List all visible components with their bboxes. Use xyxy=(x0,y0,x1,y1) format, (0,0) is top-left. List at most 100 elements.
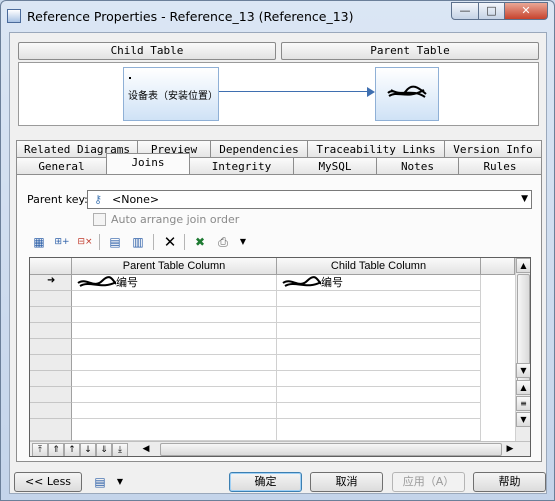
row-header[interactable] xyxy=(30,371,72,387)
title-bar[interactable]: Reference Properties - Reference_13 (Ref… xyxy=(1,1,554,31)
scroll-down-icon[interactable]: ▼ xyxy=(516,412,530,427)
excel-export-icon[interactable]: ✖ xyxy=(190,232,210,252)
empty-cell[interactable] xyxy=(72,339,277,355)
row-header[interactable] xyxy=(30,291,72,307)
less-button[interactable]: << Less xyxy=(14,472,82,492)
parent-key-select[interactable]: ⚷ <None> ▼ xyxy=(87,190,532,209)
joins-tab-panel: Parent key: ⚷ <None> ▼ Auto arrange join… xyxy=(16,174,542,462)
tab-traceability-links[interactable]: Traceability Links xyxy=(307,140,445,158)
empty-cell[interactable] xyxy=(277,355,481,371)
vertical-scrollbar[interactable]: ▲ ▼ ▲ ≡ ▼ xyxy=(515,258,530,441)
grid-corner xyxy=(30,258,72,275)
toolbar-separator xyxy=(153,234,154,250)
move-up-icon[interactable]: ↑ xyxy=(64,443,80,456)
apply-button[interactable]: 应用（A） xyxy=(392,472,465,492)
child-column-value: 编号 xyxy=(321,276,343,289)
move-bottom-icon[interactable]: ⤓ xyxy=(112,443,128,456)
empty-cell[interactable] xyxy=(72,419,277,441)
parent-table-entity[interactable] xyxy=(375,67,439,121)
scroll-down-icon[interactable]: ▼ xyxy=(516,363,530,378)
tab-joins[interactable]: Joins xyxy=(106,153,190,174)
row-header[interactable] xyxy=(30,307,72,323)
print-icon[interactable]: ⎙ xyxy=(213,232,233,252)
minimize-button[interactable]: — xyxy=(451,2,479,20)
empty-cell[interactable] xyxy=(277,371,481,387)
add-row-icon[interactable]: ⊞+ xyxy=(52,232,72,252)
empty-cell[interactable] xyxy=(277,291,481,307)
row-header[interactable]: ➜ xyxy=(30,275,72,291)
parent-column-cell[interactable]: 编号 xyxy=(72,275,277,291)
scroll-up-icon[interactable]: ▲ xyxy=(516,380,530,395)
tab-rules[interactable]: Rules xyxy=(458,157,542,175)
cancel-button[interactable]: 取消 xyxy=(310,472,383,492)
joins-grid: Parent Table Column Child Table Column ➜… xyxy=(29,257,531,457)
scroll-up-icon[interactable]: ▲ xyxy=(516,258,530,273)
move-down-icon[interactable]: ↓ xyxy=(80,443,96,456)
auto-arrange-label: Auto arrange join order xyxy=(111,213,240,226)
chevron-down-icon: ▼ xyxy=(521,194,528,204)
empty-cell[interactable] xyxy=(72,307,277,323)
empty-cell[interactable] xyxy=(72,403,277,419)
empty-cell[interactable] xyxy=(277,419,481,441)
tab-version-info[interactable]: Version Info xyxy=(444,140,542,158)
tab-dependencies[interactable]: Dependencies xyxy=(210,140,308,158)
child-column-header[interactable]: Child Table Column xyxy=(277,258,481,275)
migrate-columns-icon[interactable]: ▥ xyxy=(128,232,148,252)
close-button[interactable]: ✕ xyxy=(504,2,548,20)
reuse-columns-icon[interactable]: ▤ xyxy=(105,232,125,252)
parent-table-button[interactable]: Parent Table xyxy=(281,42,539,60)
delete-rows-icon[interactable]: ⊟× xyxy=(75,232,95,252)
empty-cell[interactable] xyxy=(277,339,481,355)
empty-cell[interactable] xyxy=(72,371,277,387)
scroll-thumb-small[interactable]: ≡ xyxy=(516,396,530,411)
row-header[interactable] xyxy=(30,403,72,419)
child-column-cell[interactable]: 编号 xyxy=(277,275,481,291)
parent-column-header[interactable]: Parent Table Column xyxy=(72,258,277,275)
toolbar-separator xyxy=(99,234,100,250)
window-title: Reference Properties - Reference_13 (Ref… xyxy=(27,9,354,24)
empty-cell[interactable] xyxy=(72,323,277,339)
empty-cell[interactable] xyxy=(277,403,481,419)
reference-diagram-preview: 设备表（安装位置） xyxy=(18,62,539,126)
child-entity-label: 设备表（安装位置） xyxy=(128,91,218,102)
redacted-scribble-icon xyxy=(77,276,117,287)
row-header[interactable] xyxy=(30,387,72,403)
tab-mysql[interactable]: MySQL xyxy=(293,157,377,175)
insert-row-icon[interactable]: ▦ xyxy=(29,232,49,252)
row-header[interactable] xyxy=(30,355,72,371)
empty-cell[interactable] xyxy=(72,291,277,307)
child-table-button[interactable]: Child Table xyxy=(18,42,276,60)
property-sheet-menu-icon[interactable]: ▤ xyxy=(90,472,110,492)
row-header[interactable] xyxy=(30,339,72,355)
tab-integrity[interactable]: Integrity xyxy=(189,157,294,175)
redacted-scribble-icon xyxy=(387,85,427,98)
row-header[interactable] xyxy=(30,323,72,339)
scroll-left-icon[interactable]: ◀ xyxy=(138,443,154,456)
empty-cell[interactable] xyxy=(72,355,277,371)
horizontal-scroll-thumb[interactable] xyxy=(160,443,502,456)
ok-button[interactable]: 确定 xyxy=(229,472,302,492)
tab-notes[interactable]: Notes xyxy=(376,157,459,175)
move-top-icon[interactable]: ⤒ xyxy=(32,443,48,456)
dropdown-arrow-icon[interactable]: ▼ xyxy=(110,472,130,492)
delete-icon[interactable]: ✕ xyxy=(160,232,180,252)
auto-arrange-checkbox[interactable] xyxy=(93,213,106,226)
reference-line xyxy=(219,91,369,92)
parent-key-label: Parent key: xyxy=(27,193,88,206)
empty-cell[interactable] xyxy=(72,387,277,403)
dropdown-arrow-icon[interactable]: ▼ xyxy=(233,232,253,252)
tab-general[interactable]: General xyxy=(16,157,107,175)
maximize-button[interactable]: □ xyxy=(478,2,505,20)
empty-cell[interactable] xyxy=(277,323,481,339)
grid-navigation-bar: ⤒ ⇑ ↑ ↓ ⇓ ⤓ ◀ ▶ xyxy=(30,441,530,456)
move-down-fast-icon[interactable]: ⇓ xyxy=(96,443,112,456)
empty-cell[interactable] xyxy=(277,307,481,323)
empty-cell[interactable] xyxy=(277,387,481,403)
move-up-fast-icon[interactable]: ⇑ xyxy=(48,443,64,456)
row-header[interactable] xyxy=(30,419,72,441)
reference-arrow-icon xyxy=(367,87,375,97)
child-table-entity[interactable]: 设备表（安装位置） xyxy=(123,67,219,121)
parent-column-value: 编号 xyxy=(116,276,138,289)
help-button[interactable]: 帮助 xyxy=(473,472,546,492)
scroll-right-icon[interactable]: ▶ xyxy=(502,443,518,456)
